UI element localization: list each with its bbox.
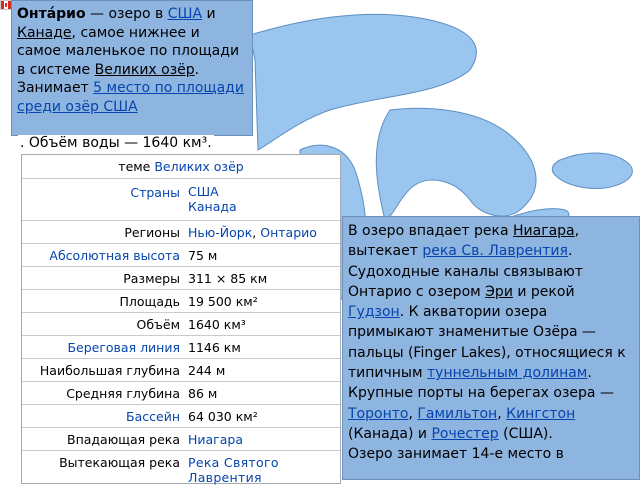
link-canada-value[interactable]: Канада [188,199,237,214]
link-st-lawrence[interactable]: река Св. Лаврентия [422,243,568,259]
link-great-lakes[interactable]: Великих озёр [95,62,195,78]
row-label: Впадающая река [67,432,180,447]
row-label[interactable]: Береговая линия [67,340,180,355]
link-erie[interactable]: Эри [485,284,513,300]
row-label[interactable]: Страны [130,185,180,200]
row-value: США Канада [188,184,237,214]
row-label: Объём [136,317,181,332]
row-value: 1146 км [188,340,241,355]
intro-popup: Онта́рио — озеро в США и Канаде, самое н… [11,0,253,136]
link-hudson[interactable]: Гудзон [348,304,400,320]
link-niagara[interactable]: Ниагара [513,223,575,239]
row-label[interactable]: Бассейн [126,409,180,424]
link-niagara-value[interactable]: Ниагара [188,432,243,447]
info-popup-right: В озеро впадает река Ниагара, вытекает р… [342,216,640,480]
table-row: Береговая линия 1146 км [22,336,340,359]
link-hamilton[interactable]: Гамильтон [417,406,497,422]
infobox-header-link[interactable]: Великих озёр [154,159,243,174]
link-new-york[interactable]: Нью-Йорк [188,225,252,240]
table-row: Наибольшая глубина 244 м [22,359,340,382]
link-usa[interactable]: США [168,6,202,22]
row-value: 311 × 85 км [188,271,268,286]
row-label: Регионы [124,225,180,240]
table-row: Абсолютная высота 75 м [22,244,340,267]
link-tunnel-valleys[interactable]: туннельным долинам [427,365,587,381]
row-label: Наибольшая глубина [39,363,180,378]
lake-name: Онта́рио [17,6,86,22]
table-row: Бассейн 64 030 км² [22,405,340,428]
row-label: Средняя глубина [66,386,180,401]
table-row: Размеры 311 × 85 км [22,267,340,290]
link-canada[interactable]: Канаде [17,25,72,41]
link-usa-value[interactable]: США [188,184,219,199]
row-label: Площадь [119,294,180,309]
table-row: Страны США Канада [22,179,340,221]
row-value: Нью-Йорк, Онтарио [188,225,317,240]
row-label: Вытекающая река [59,455,180,470]
row-label[interactable]: Абсолютная высота [49,248,180,263]
link-toronto[interactable]: Торонто [348,406,408,422]
infobox-table: теме Великих озёр Страны США Канада Реги… [21,154,341,485]
row-label: Размеры [123,271,180,286]
row-value: 64 030 км² [188,409,258,424]
link-st-lawrence-value[interactable]: Река Святого Лаврентия [188,455,340,485]
infobox-header: теме Великих озёр [22,155,340,179]
link-ontario[interactable]: Онтарио [260,225,317,240]
table-row: Впадающая река Ниагара [22,428,340,451]
link-rochester[interactable]: Рочестер [431,426,498,442]
row-value: 244 м [188,363,226,378]
row-value: 75 м [188,248,218,263]
table-row: Объём 1640 км³ [22,313,340,336]
row-value: 19 500 км² [188,294,258,309]
table-row: Площадь 19 500 км² [22,290,340,313]
intro-tail-text: . Объём воды — 1640 км³. [18,135,214,151]
row-value: 1640 км³ [188,317,246,332]
link-kingston[interactable]: Кингстон [506,406,575,422]
row-value: 86 м [188,386,218,401]
table-row: Регионы Нью-Йорк, Онтарио [22,221,340,244]
table-row: Средняя глубина 86 м [22,382,340,405]
